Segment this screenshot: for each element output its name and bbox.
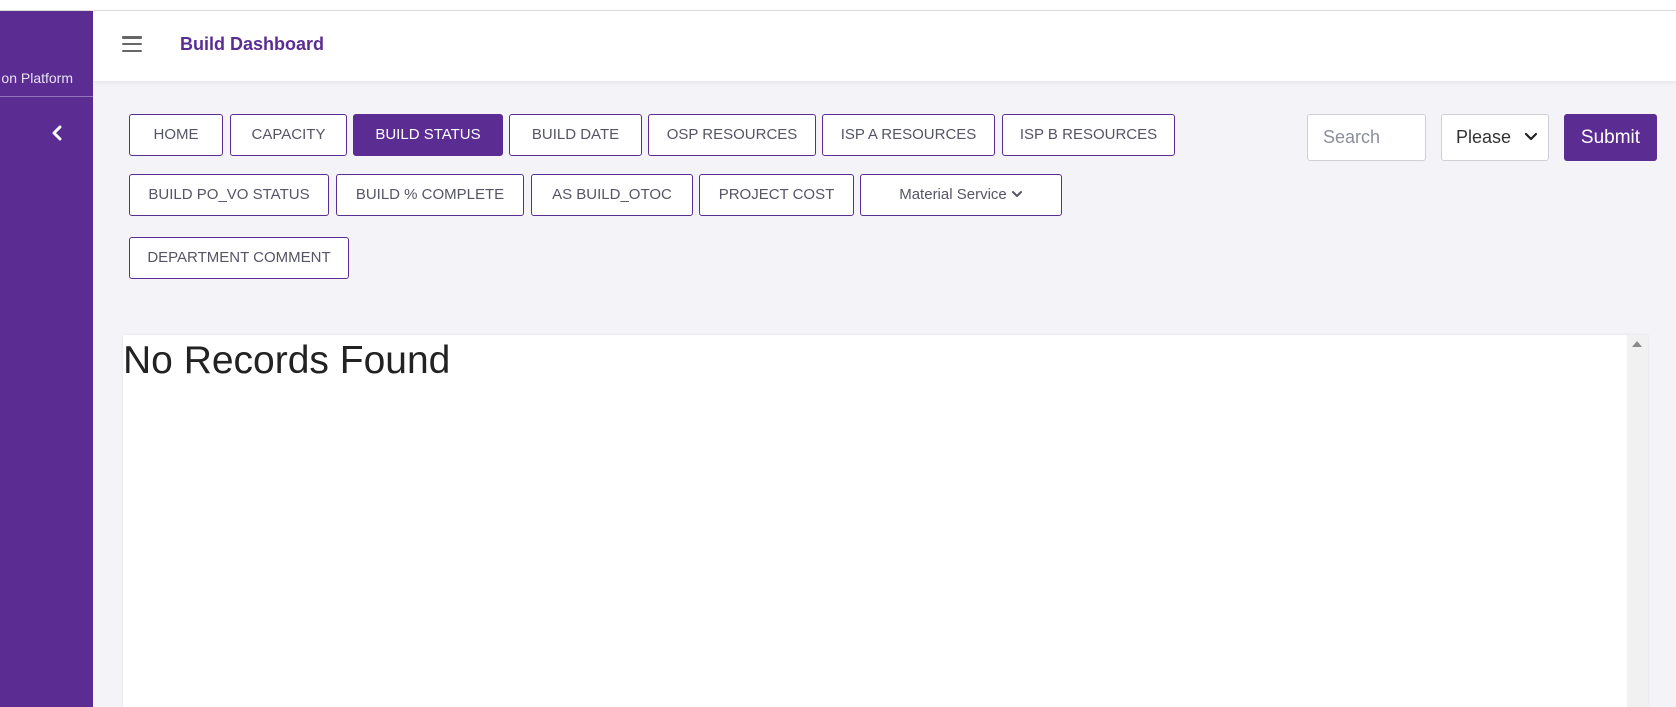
tab-build-percent-complete[interactable]: BUILD % COMPLETE xyxy=(336,174,524,216)
tab-capacity[interactable]: CAPACITY xyxy=(230,114,347,156)
search-input[interactable] xyxy=(1307,114,1426,161)
scroll-up-icon[interactable] xyxy=(1632,341,1642,347)
tab-build-po-vo-status[interactable]: BUILD PO_VO STATUS xyxy=(129,174,329,216)
material-service-label: Material Service xyxy=(899,186,1007,203)
sidebar-collapse-button[interactable] xyxy=(44,121,70,145)
top-header: Build Dashboard xyxy=(93,11,1676,81)
chevron-left-icon xyxy=(52,125,62,141)
tab-osp-resources[interactable]: OSP RESOURCES xyxy=(648,114,816,156)
tab-isp-a-resources[interactable]: ISP A RESOURCES xyxy=(822,114,995,156)
filter-select-value: Please xyxy=(1456,127,1512,147)
sidebar: on Platform xyxy=(0,11,93,707)
submit-button[interactable]: Submit xyxy=(1564,114,1657,161)
chevron-down-icon xyxy=(1524,132,1538,141)
tab-build-date[interactable]: BUILD DATE xyxy=(509,114,642,156)
empty-state-message: No Records Found xyxy=(123,339,451,382)
results-scrollbar[interactable] xyxy=(1627,335,1648,707)
tab-material-service-dropdown[interactable]: Material Service xyxy=(860,174,1062,216)
tab-isp-b-resources[interactable]: ISP B RESOURCES xyxy=(1002,114,1175,156)
sidebar-divider xyxy=(0,96,93,97)
sidebar-brand-label: on Platform xyxy=(1,70,73,86)
hamburger-icon[interactable] xyxy=(122,35,142,53)
results-panel: No Records Found xyxy=(123,335,1648,707)
filter-select[interactable]: Please xyxy=(1441,114,1549,161)
top-strip xyxy=(0,0,1676,11)
chevron-down-icon xyxy=(1011,175,1023,215)
tab-build-status[interactable]: BUILD STATUS xyxy=(353,114,503,156)
tab-department-comment[interactable]: DEPARTMENT COMMENT xyxy=(129,237,349,279)
page-title: Build Dashboard xyxy=(180,34,325,54)
tab-project-cost[interactable]: PROJECT COST xyxy=(699,174,854,216)
tab-as-build-otoc[interactable]: AS BUILD_OTOC xyxy=(531,174,693,216)
tab-home[interactable]: HOME xyxy=(129,114,223,156)
sidebar-brand: on Platform xyxy=(0,57,93,107)
